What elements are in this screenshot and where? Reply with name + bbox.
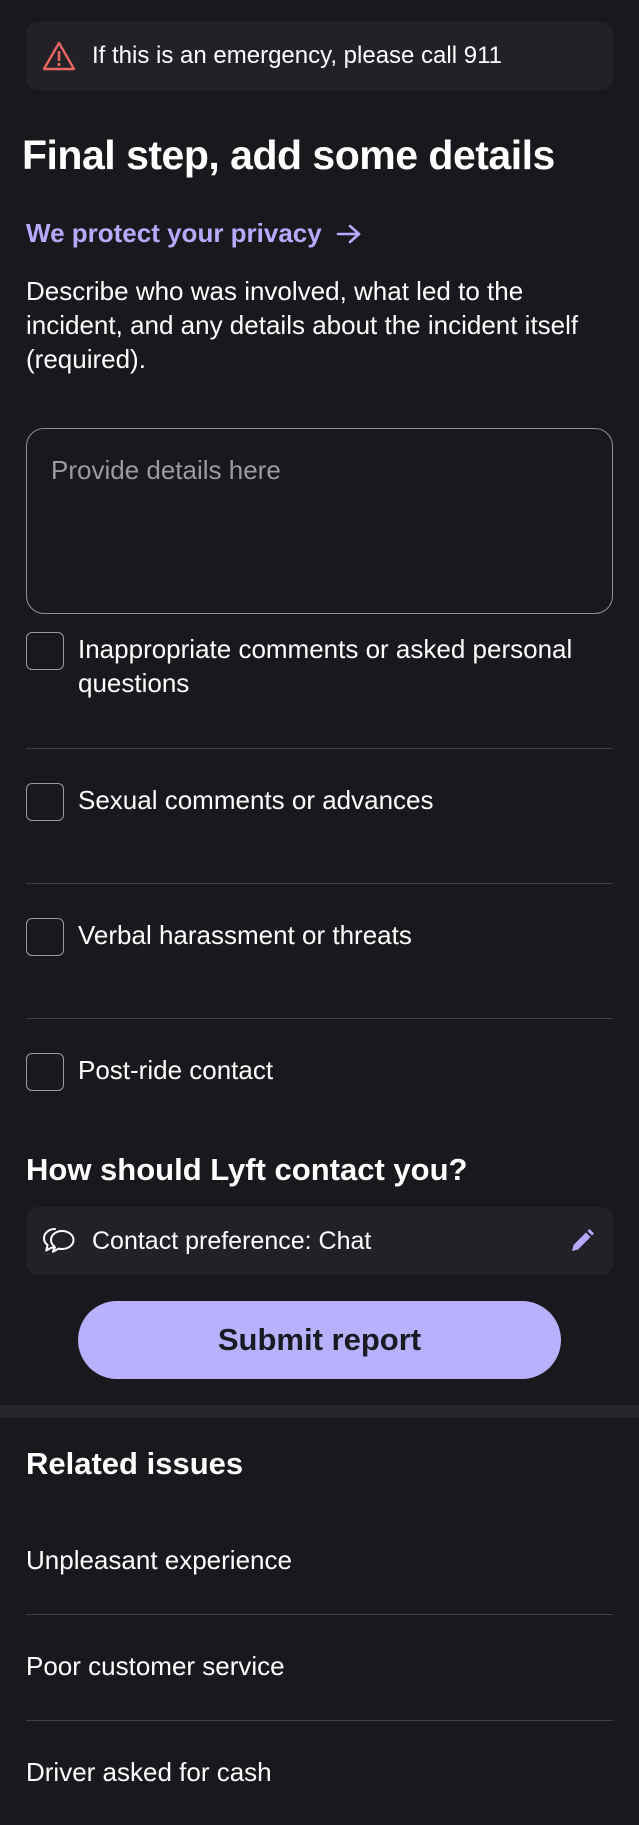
details-textarea[interactable] — [26, 428, 613, 614]
submit-report-button[interactable]: Submit report — [78, 1301, 561, 1379]
privacy-link[interactable]: We protect your privacy — [26, 218, 362, 249]
contact-preference-row[interactable]: Contact preference: Chat — [26, 1207, 613, 1275]
checkbox[interactable] — [26, 918, 64, 956]
checkbox[interactable] — [26, 632, 64, 670]
section-separator — [0, 1405, 639, 1418]
contact-heading: How should Lyft contact you? — [26, 1152, 468, 1187]
checkbox-label: Inappropriate comments or asked personal… — [78, 634, 573, 698]
checkbox-row-verbal-harassment[interactable]: Verbal harassment or threats — [26, 918, 613, 956]
divider — [26, 748, 613, 749]
divider — [26, 1720, 613, 1721]
checkbox-row-sexual-comments[interactable]: Sexual comments or advances — [26, 783, 613, 821]
warning-triangle-icon — [42, 39, 76, 73]
related-issue-item[interactable]: Poor customer service — [26, 1651, 613, 1682]
privacy-link-label: We protect your privacy — [26, 218, 322, 248]
report-page: If this is an emergency, please call 911… — [0, 0, 639, 1825]
divider — [26, 883, 613, 884]
emergency-text: If this is an emergency, please call 911 — [92, 42, 502, 69]
instructions-text: Describe who was involved, what led to t… — [26, 276, 579, 374]
related-issue-item[interactable]: Unpleasant experience — [26, 1545, 613, 1576]
contact-preference-text: Contact preference: Chat — [92, 1226, 372, 1255]
checkbox-label: Post-ride contact — [78, 1055, 274, 1085]
checkbox[interactable] — [26, 1053, 64, 1091]
checkbox-row-post-ride-contact[interactable]: Post-ride contact — [26, 1053, 613, 1091]
chat-bubbles-icon — [42, 1224, 76, 1258]
related-issues-heading: Related issues — [26, 1446, 244, 1481]
divider — [26, 1018, 613, 1019]
checkbox-label: Verbal harassment or threats — [78, 920, 412, 950]
checkbox[interactable] — [26, 783, 64, 821]
page-title: Final step, add some details — [22, 132, 555, 178]
emergency-banner[interactable]: If this is an emergency, please call 911 — [26, 22, 613, 90]
checkbox-row-inappropriate-comments[interactable]: Inappropriate comments or asked personal… — [26, 632, 613, 700]
related-issue-item[interactable]: Driver asked for cash — [26, 1757, 613, 1788]
pencil-icon[interactable] — [569, 1227, 597, 1255]
checkbox-label: Sexual comments or advances — [78, 785, 434, 815]
divider — [26, 1614, 613, 1615]
arrow-right-icon — [336, 223, 362, 245]
